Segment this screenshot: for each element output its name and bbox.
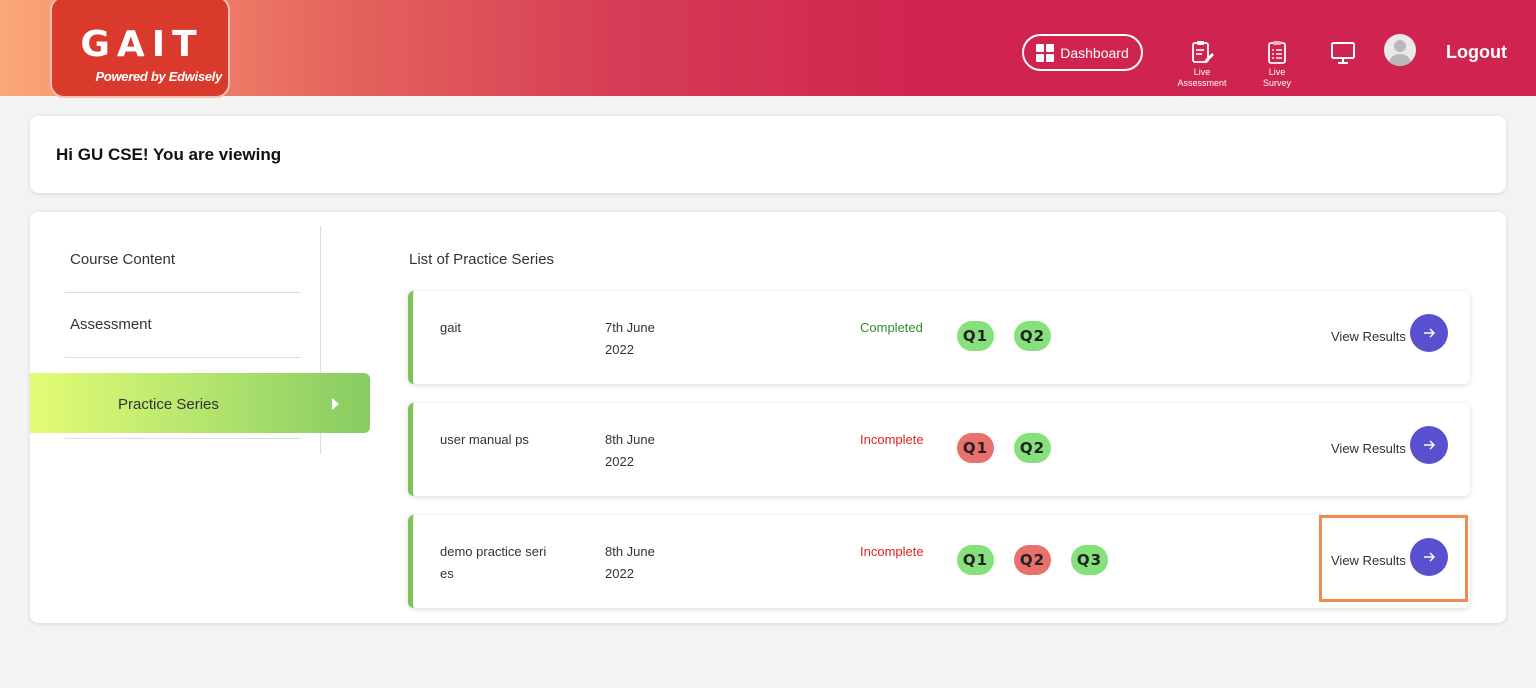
series-status: Completed	[860, 320, 923, 335]
series-status: Incomplete	[860, 432, 924, 447]
sidebar-item-label: Practice Series	[118, 396, 219, 413]
quiz-badge[interactable]: Q2	[1014, 321, 1051, 351]
view-results-button[interactable]	[1410, 538, 1448, 576]
top-header: GAIT Powered by Edwisely Dashboard Live …	[0, 0, 1536, 98]
series-name: user manual ps	[440, 432, 529, 447]
list-title: List of Practice Series	[409, 251, 555, 268]
arrow-right-icon	[1424, 328, 1436, 338]
quiz-badge[interactable]: Q1	[957, 545, 994, 575]
view-results-link[interactable]: View Results	[1331, 441, 1406, 456]
view-results-link[interactable]: View Results	[1331, 553, 1406, 568]
greeting-card: Hi GU CSE! You are viewing	[30, 116, 1506, 193]
series-date-line2: 2022	[605, 566, 634, 581]
live-survey-label-1: Live	[1268, 67, 1286, 77]
series-status: Incomplete	[860, 544, 924, 559]
greeting-text: Hi GU CSE! You are viewing	[56, 145, 282, 164]
arrow-right-icon	[1424, 552, 1436, 562]
live-survey-icon	[1268, 41, 1286, 64]
series-date-line1: 7th June	[605, 320, 655, 335]
series-date-line2: 2022	[605, 454, 634, 469]
arrow-right-icon	[1424, 440, 1436, 450]
sidebar-separator	[65, 438, 301, 439]
sidebar-separator	[65, 292, 301, 293]
quiz-badge[interactable]: Q2	[1014, 545, 1051, 575]
logo-subtitle: Powered by Edwisely	[95, 69, 222, 84]
dashboard-button[interactable]: Dashboard	[1022, 34, 1143, 71]
logout-button[interactable]: Logout	[1446, 42, 1507, 63]
sidebar-item-practice-series[interactable]: Practice Series	[30, 373, 370, 433]
monitor-button[interactable]	[1328, 40, 1358, 66]
series-date: 7th June 2022	[605, 317, 675, 361]
view-results-link[interactable]: View Results	[1331, 329, 1406, 344]
live-survey-label-2: Survey	[1262, 78, 1291, 88]
quiz-badge[interactable]: Q1	[957, 433, 994, 463]
live-assessment-link[interactable]: Live Assessment	[1172, 40, 1232, 89]
caret-right-icon	[332, 398, 339, 410]
gait-logo[interactable]: GAIT Powered by Edwisely	[50, 0, 230, 98]
series-date-line2: 2022	[605, 342, 634, 357]
monitor-icon	[1331, 42, 1355, 64]
series-date-line1: 8th June	[605, 544, 655, 559]
practice-series-row: demo practice series 8th June 2022 Incom…	[408, 515, 1470, 608]
logo-title: GAIT	[80, 24, 204, 65]
series-name: demo practice series	[440, 544, 547, 581]
quiz-badge[interactable]: Q3	[1071, 545, 1108, 575]
quiz-badge[interactable]: Q2	[1014, 433, 1051, 463]
practice-series-row: user manual ps 8th June 2022 Incomplete …	[408, 403, 1470, 496]
series-name: gait	[440, 320, 461, 335]
series-date: 8th June 2022	[605, 429, 675, 473]
dashboard-button-label: Dashboard	[1060, 44, 1129, 61]
avatar-body	[1389, 54, 1411, 66]
sidebar-item-assessment[interactable]: Assessment	[70, 316, 152, 333]
avatar-head	[1394, 40, 1406, 52]
main-card: Course Content Assessment Practice Serie…	[30, 212, 1506, 623]
live-assessment-label-1: Live	[1193, 67, 1211, 77]
sidebar-separator	[65, 357, 301, 358]
sidebar-item-course-content[interactable]: Course Content	[70, 251, 175, 268]
view-results-button[interactable]	[1410, 426, 1448, 464]
series-date: 8th June 2022	[605, 541, 675, 585]
quiz-badge[interactable]: Q1	[957, 321, 994, 351]
practice-series-row: gait 7th June 2022 Completed Q1 Q2 View …	[408, 291, 1470, 384]
live-assessment-icon	[1192, 41, 1214, 63]
series-date-line1: 8th June	[605, 432, 655, 447]
view-results-button[interactable]	[1410, 314, 1448, 352]
live-survey-link[interactable]: Live Survey	[1252, 40, 1302, 89]
live-assessment-label-2: Assessment	[1177, 78, 1227, 88]
user-avatar[interactable]	[1384, 34, 1416, 66]
dashboard-grid-icon	[1036, 43, 1055, 62]
